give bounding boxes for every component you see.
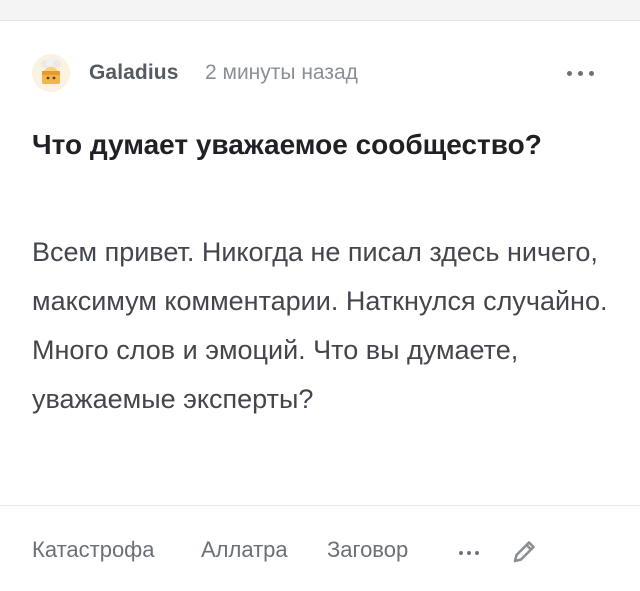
more-horizontal-icon bbox=[459, 551, 463, 555]
top-divider bbox=[0, 20, 640, 21]
post-body: Всем привет. Никогда не писал здесь ниче… bbox=[32, 237, 608, 414]
tag-allatra[interactable]: Аллатра bbox=[201, 537, 288, 563]
tag-conspiracy[interactable]: Заговор bbox=[327, 537, 408, 563]
pencil-icon bbox=[513, 541, 535, 563]
tag-catastrophe[interactable]: Катастрофа bbox=[32, 537, 155, 563]
top-band bbox=[0, 0, 640, 20]
author-name[interactable]: Galadius bbox=[89, 61, 179, 85]
post-title[interactable]: Что думает уважаемое сообщество? bbox=[32, 124, 592, 165]
post-header: Galadius 2 минуты назад bbox=[0, 50, 640, 96]
divider bbox=[0, 505, 640, 506]
avatar-icon bbox=[32, 54, 70, 92]
edit-button[interactable] bbox=[507, 535, 541, 569]
post-time: 2 минуты назад bbox=[205, 61, 358, 84]
more-horizontal-icon bbox=[566, 70, 572, 76]
more-tags-button[interactable] bbox=[454, 545, 484, 561]
more-options-button[interactable] bbox=[557, 58, 603, 88]
avatar[interactable] bbox=[32, 54, 70, 92]
